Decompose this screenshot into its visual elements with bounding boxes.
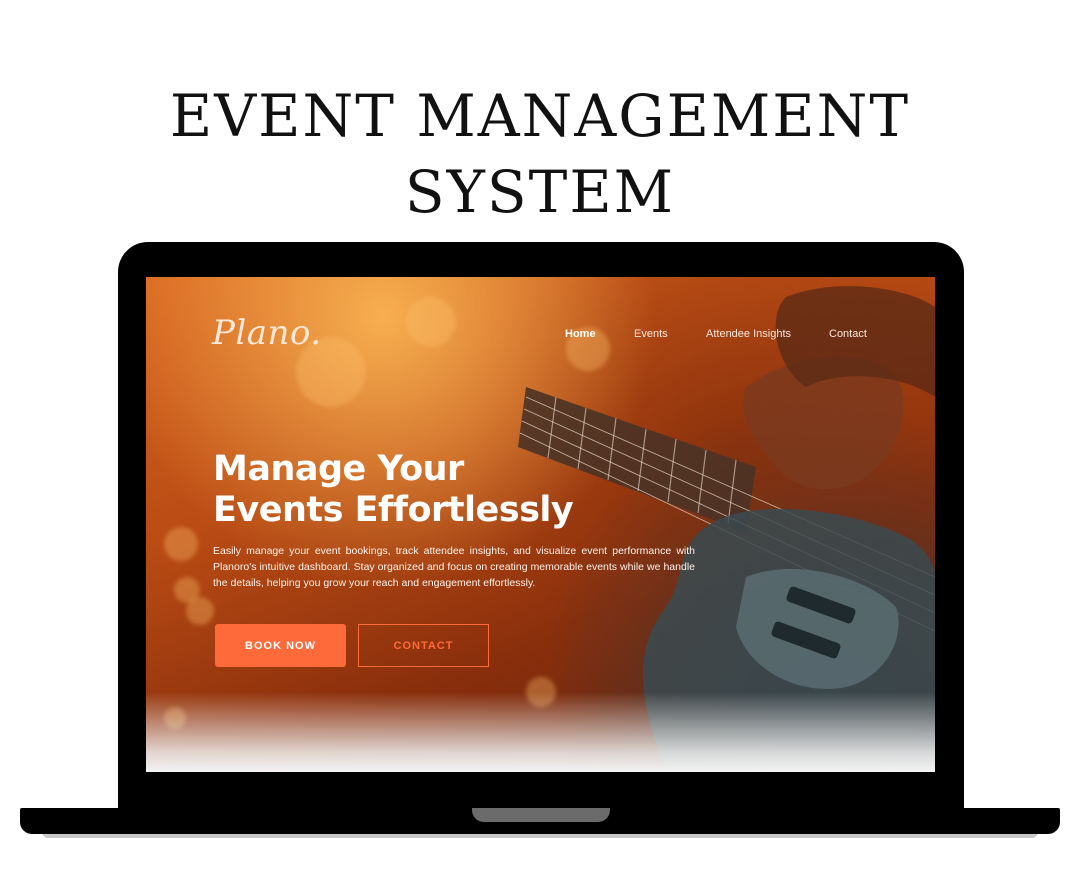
nav-contact-link[interactable]: Contact xyxy=(829,328,867,340)
laptop-notch xyxy=(472,808,610,822)
page-heading-line-2: SYSTEM xyxy=(404,158,676,226)
laptop-screen: Plano. Home Events Attendee Insights Con… xyxy=(146,277,935,772)
nav-events-link[interactable]: Events xyxy=(634,328,668,340)
main-nav: Home Events Attendee Insights Contact xyxy=(146,328,935,348)
nav-attendee-insights-link[interactable]: Attendee Insights xyxy=(706,328,791,340)
hero-title: Manage Your Events Effortlessly xyxy=(213,449,574,531)
hero-title-line-1: Manage Your xyxy=(213,449,464,489)
contact-button[interactable]: CONTACT xyxy=(358,624,489,667)
nav-home-link[interactable]: Home xyxy=(565,328,596,340)
hero-title-line-2: Events Effortlessly xyxy=(213,490,574,530)
hero-description: Easily manage your event bookings, track… xyxy=(213,545,695,589)
page-heading-line-1: EVENT MANAGEMENT xyxy=(169,82,911,150)
book-now-button[interactable]: BOOK NOW xyxy=(215,624,346,667)
page-heading: EVENT MANAGEMENT SYSTEM xyxy=(0,78,1080,230)
screen-bottom-fade xyxy=(146,692,935,772)
